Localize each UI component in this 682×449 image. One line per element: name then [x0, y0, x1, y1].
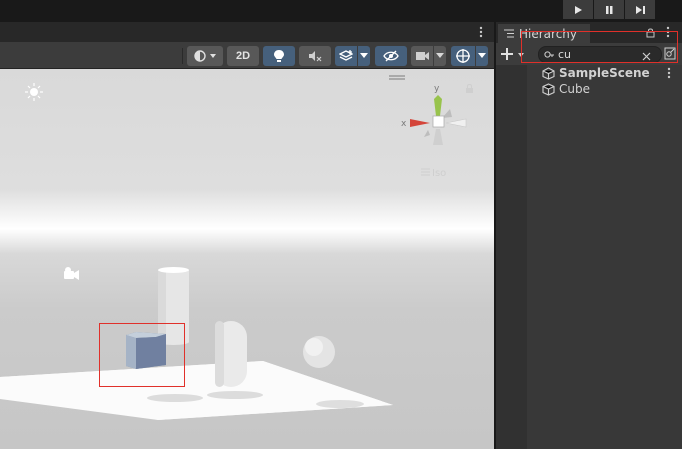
- list-item-scene[interactable]: SampleScene: [527, 65, 682, 81]
- playmode-controls: [563, 0, 655, 20]
- list-item-label: Cube: [559, 82, 590, 96]
- hierarchy-tab-title: Hierarchy: [519, 26, 578, 41]
- plus-icon: [501, 48, 524, 60]
- hierarchy-search-field[interactable]: [538, 46, 662, 63]
- lighting-icon: [274, 50, 284, 62]
- effects-toggle[interactable]: [335, 46, 357, 66]
- play-button[interactable]: [563, 0, 593, 19]
- tab-hierarchy[interactable]: Hierarchy: [498, 24, 590, 43]
- pause-button[interactable]: [594, 0, 624, 19]
- projection-label: Iso: [432, 168, 446, 179]
- sphere-object[interactable]: [303, 336, 335, 368]
- more-options-icon[interactable]: [666, 67, 672, 79]
- gizmo-x-label: x: [401, 119, 407, 129]
- chevron-down-icon: [360, 53, 368, 58]
- camera-icon: [415, 52, 429, 60]
- hierarchy-tab-bar: Hierarchy: [496, 22, 682, 43]
- hierarchy-gutter: [496, 65, 527, 449]
- audio-toggle[interactable]: [299, 46, 331, 66]
- list-item-cube[interactable]: Cube: [527, 81, 682, 97]
- more-options-icon[interactable]: [665, 26, 671, 38]
- search-input[interactable]: [558, 48, 644, 61]
- chevron-down-icon: [436, 53, 444, 58]
- effects-icon: [339, 50, 353, 61]
- scene-tab-bar: [0, 22, 494, 42]
- search-in-scene-button[interactable]: [664, 47, 676, 60]
- unity-scene-icon: [542, 66, 555, 80]
- hierarchy-panel: Hierarchy cu SampleScene Cube: [496, 22, 682, 449]
- toolbar-separator: [182, 48, 183, 64]
- hidden-objects-toggle[interactable]: [375, 46, 407, 66]
- audio-icon: [309, 51, 322, 62]
- search-icon: [544, 50, 554, 58]
- gizmo-lock-icon[interactable]: [466, 84, 473, 94]
- lighting-toggle[interactable]: [263, 46, 295, 66]
- gizmos-icon: [456, 49, 470, 63]
- effects-dropdown[interactable]: [358, 46, 370, 66]
- scene-viewport[interactable]: y x Iso: [0, 69, 494, 449]
- scene-camera-icon[interactable]: [64, 267, 79, 280]
- orientation-gizmo[interactable]: [410, 95, 467, 145]
- more-options-icon[interactable]: [478, 25, 484, 39]
- chevron-down-icon: [478, 53, 486, 58]
- directional-light-icon[interactable]: [25, 83, 43, 101]
- step-icon: [635, 5, 645, 14]
- pause-icon: [606, 5, 613, 14]
- capsule-object[interactable]: [215, 321, 247, 387]
- list-item-label: SampleScene: [559, 66, 650, 80]
- overlay-drag-handle[interactable]: [389, 75, 405, 80]
- toggle-2d-button[interactable]: 2D: [227, 46, 259, 66]
- shading-mode-icon: [194, 50, 216, 62]
- cube-object[interactable]: [126, 332, 166, 369]
- gizmos-toggle[interactable]: [451, 46, 475, 66]
- hierarchy-toolbar: [496, 43, 682, 65]
- gizmos-dropdown[interactable]: [476, 46, 488, 66]
- projection-toggle[interactable]: Iso: [421, 168, 446, 179]
- cube-icon: [542, 82, 555, 96]
- gizmo-y-label: y: [434, 84, 440, 94]
- cylinder-object[interactable]: [158, 267, 189, 345]
- camera-dropdown[interactable]: [434, 46, 446, 66]
- hierarchy-list-icon: [504, 29, 514, 38]
- lock-icon[interactable]: [646, 27, 655, 38]
- play-icon: [575, 5, 582, 14]
- hierarchy-list: SampleScene Cube: [527, 65, 682, 449]
- create-button[interactable]: [501, 47, 527, 61]
- camera-settings-button[interactable]: [411, 46, 433, 66]
- clear-search-icon[interactable]: [642, 50, 651, 61]
- hidden-objects-icon: [383, 50, 399, 62]
- search-in-scene-icon: [664, 47, 676, 60]
- toggle-2d-label: 2D: [235, 50, 251, 62]
- step-button[interactable]: [625, 0, 655, 19]
- top-toolbar: [0, 0, 682, 22]
- shading-mode-button[interactable]: [187, 46, 223, 66]
- scene-view-toolbar: 2D: [0, 42, 494, 69]
